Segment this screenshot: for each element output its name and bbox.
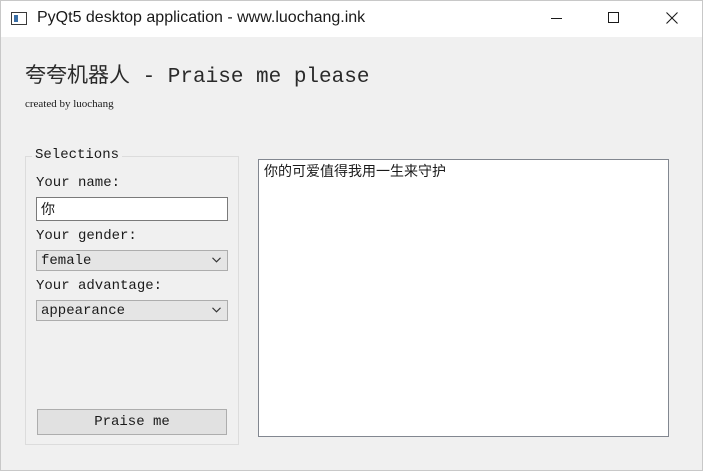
close-button[interactable] (643, 1, 701, 37)
page-title: 夸夸机器人 - Praise me please (25, 66, 370, 89)
minimize-button[interactable] (528, 1, 586, 37)
praise-me-button[interactable]: Praise me (37, 409, 227, 435)
minimize-icon (551, 18, 562, 19)
praise-output-textarea[interactable]: 你的可爱值得我用一生来守护 (258, 159, 669, 437)
window-title: PyQt5 desktop application - www.luochang… (37, 9, 366, 26)
gender-label: Your gender: (36, 228, 137, 244)
name-input[interactable] (36, 197, 228, 221)
name-label: Your name: (36, 175, 121, 191)
gender-select[interactable]: female (36, 250, 228, 271)
advantage-label: Your advantage: (36, 278, 163, 294)
chevron-down-icon (212, 257, 221, 263)
selections-group-title: Selections (32, 147, 123, 163)
gender-select-value: female (41, 253, 92, 269)
title-bar[interactable]: PyQt5 desktop application - www.luochang… (1, 1, 702, 37)
advantage-select-value: appearance (41, 303, 126, 319)
maximize-button[interactable] (585, 1, 643, 37)
praise-output-text: 你的可爱值得我用一生来守护 (264, 164, 446, 180)
chevron-down-icon (212, 307, 221, 313)
app-window-icon (11, 12, 27, 25)
advantage-select[interactable]: appearance (36, 300, 228, 321)
maximize-icon (608, 12, 619, 23)
close-icon (666, 12, 678, 24)
app-window: PyQt5 desktop application - www.luochang… (0, 0, 703, 471)
page-subtitle: created by luochang (25, 98, 114, 110)
